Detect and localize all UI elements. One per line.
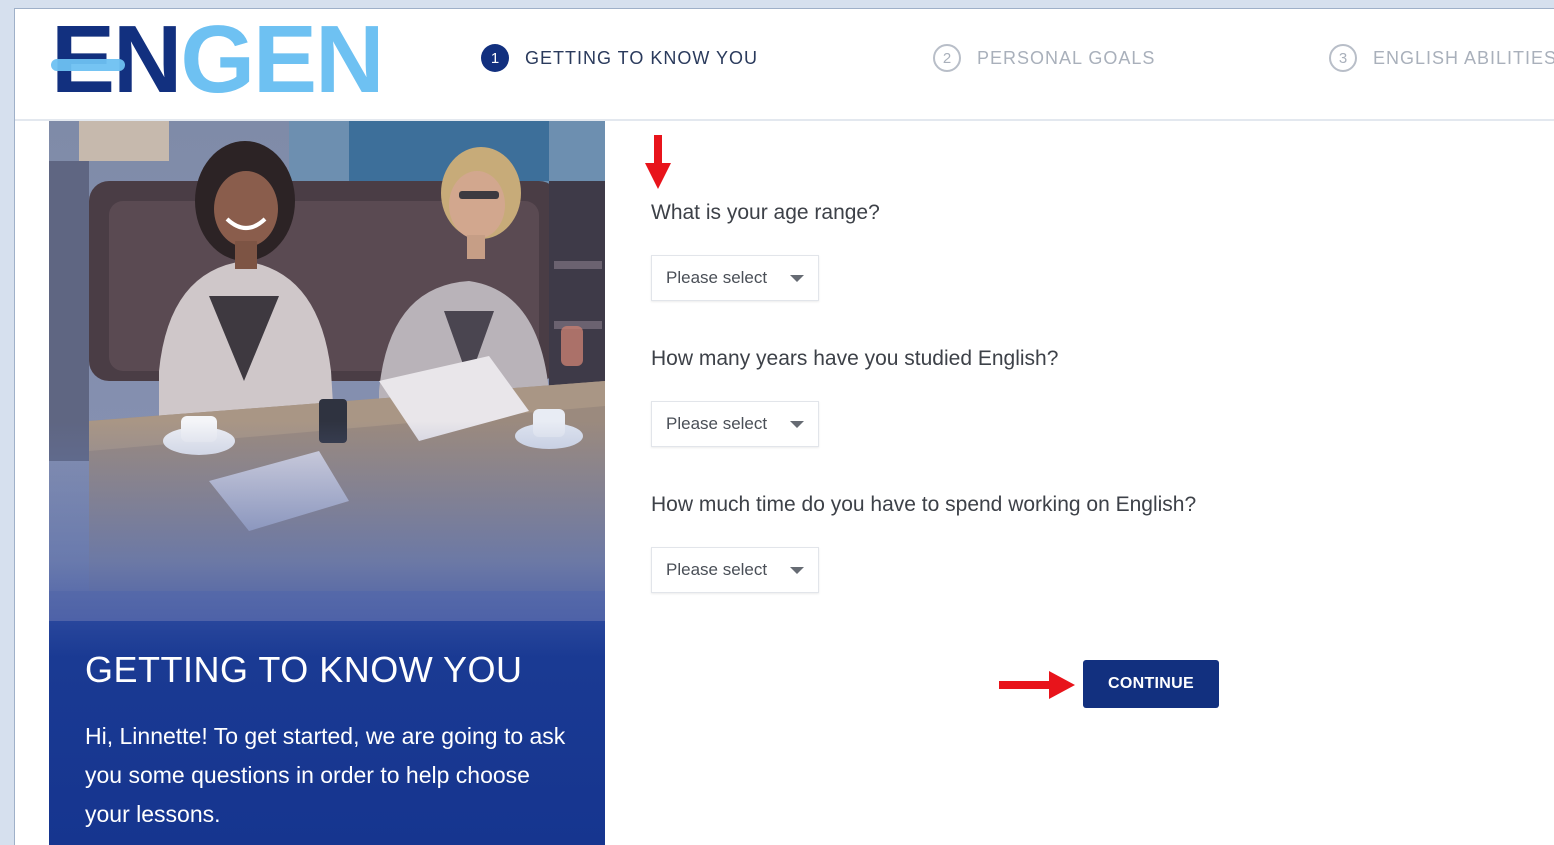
- panel-intro-text: Hi, Linnette! To get started, we are goi…: [85, 723, 566, 827]
- continue-button[interactable]: CONTINUE: [1083, 660, 1219, 708]
- years-studied-select[interactable]: Please select: [651, 401, 819, 447]
- red-arrow-down-icon: [645, 135, 671, 189]
- step-1-label: GETTING TO KNOW YOU: [525, 47, 759, 68]
- step-1-number-icon: 1: [481, 44, 509, 72]
- step-personal-goals[interactable]: 2 PERSONAL GOALS: [933, 41, 1155, 75]
- step-3-number-icon: 3: [1329, 44, 1357, 72]
- chevron-down-icon: [790, 275, 804, 282]
- question-time-available: How much time do you have to spend worki…: [651, 493, 1197, 516]
- question-years-studied: How many years have you studied English?: [651, 347, 1059, 370]
- years-studied-select-value: Please select: [666, 414, 768, 433]
- photo-gradient-overlay: [49, 421, 605, 621]
- time-available-select[interactable]: Please select: [651, 547, 819, 593]
- step-2-number-icon: 2: [933, 44, 961, 72]
- intro-panel: GETTING TO KNOW YOU Hi, Linnette! To get…: [49, 121, 605, 845]
- step-3-label: ENGLISH ABILITIES: [1373, 47, 1554, 68]
- step-getting-to-know-you[interactable]: 1 GETTING TO KNOW YOU: [481, 41, 758, 75]
- app-window: ENGEN 1 GETTING TO KNOW YOU 2 PERSONAL G…: [14, 8, 1554, 845]
- time-available-select-value: Please select: [666, 560, 768, 579]
- question-age-range: What is your age range?: [651, 201, 880, 224]
- chevron-down-icon: [790, 567, 804, 574]
- age-range-select-value: Please select: [666, 268, 768, 287]
- header: ENGEN 1 GETTING TO KNOW YOU 2 PERSONAL G…: [15, 9, 1554, 121]
- chevron-down-icon: [790, 421, 804, 428]
- step-2-label: PERSONAL GOALS: [977, 47, 1156, 68]
- red-arrow-right-icon: [999, 671, 1075, 699]
- step-english-abilities[interactable]: 3 ENGLISH ABILITIES: [1329, 41, 1554, 75]
- questionnaire-form: What is your age range? Please select Ho…: [645, 121, 1531, 845]
- age-range-select[interactable]: Please select: [651, 255, 819, 301]
- panel-title: GETTING TO KNOW YOU: [85, 649, 523, 690]
- progress-steps: 1 GETTING TO KNOW YOU 2 PERSONAL GOALS 3…: [15, 41, 1554, 75]
